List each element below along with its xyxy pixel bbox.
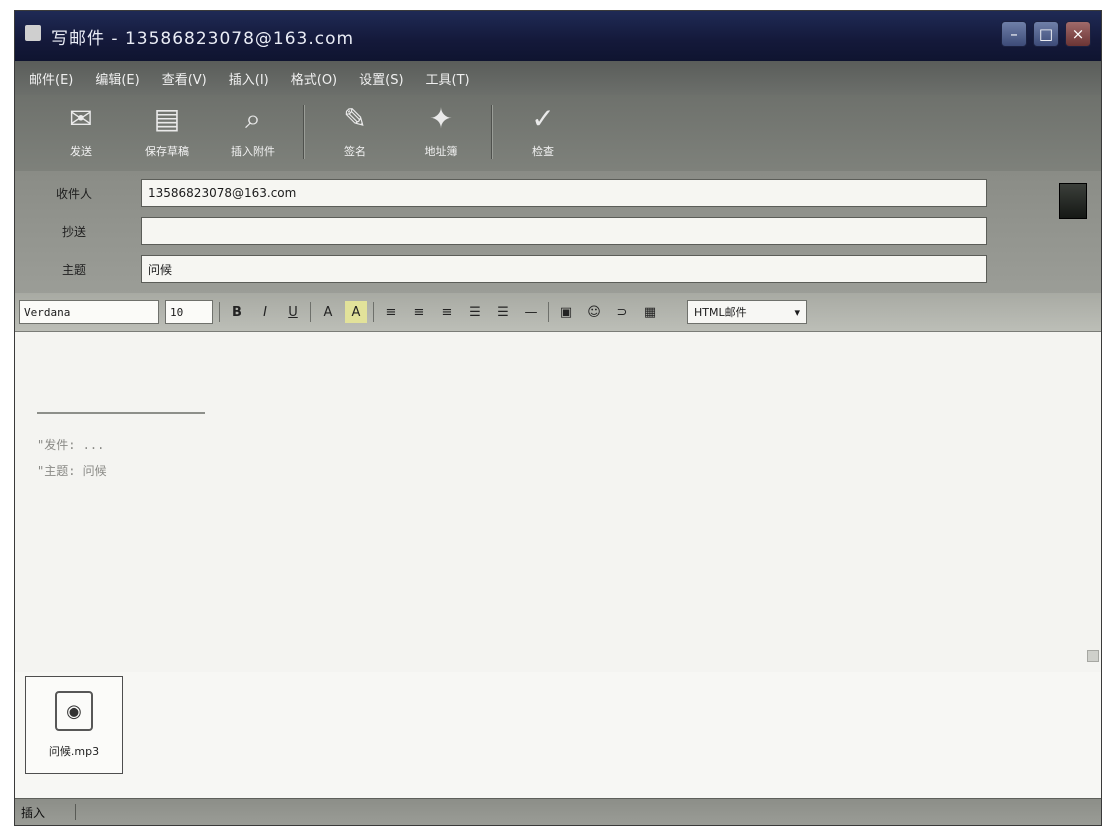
cc-field[interactable]	[141, 217, 987, 245]
menu-settings[interactable]: 设置(S)	[359, 69, 403, 88]
menu-mail[interactable]: 邮件(E)	[29, 69, 73, 88]
format-separator	[219, 302, 220, 322]
address-book-button[interactable]: ✦ 地址簿	[405, 95, 477, 167]
insert-image-icon[interactable]: ▣	[555, 301, 577, 323]
save-draft-button[interactable]: ▤ 保存草稿	[131, 95, 203, 167]
insert-emoticon-icon[interactable]: ☺	[583, 301, 605, 323]
address-book-label: 地址簿	[424, 145, 458, 158]
chevron-down-icon: ▾	[794, 305, 800, 319]
check-icon: ✓	[531, 102, 555, 135]
menu-format[interactable]: 格式(O)	[291, 69, 337, 88]
signature-icon: ✎	[343, 102, 367, 135]
align-center-button[interactable]: ≡	[408, 301, 430, 323]
html-mode-select[interactable]: HTML邮件 ▾	[687, 300, 807, 324]
signature-label: 签名	[344, 145, 366, 158]
send-button[interactable]: ✉ 发送	[45, 95, 117, 167]
horizontal-rule-button[interactable]: —	[520, 301, 542, 323]
attach-icon: ⌕	[245, 102, 261, 135]
send-label: 发送	[70, 145, 92, 158]
message-body-editor[interactable]: "发件: ... "主题: 问候	[15, 331, 1101, 673]
status-separator	[75, 804, 77, 820]
italic-button[interactable]: I	[254, 301, 276, 323]
format-separator	[310, 302, 311, 322]
to-field[interactable]	[141, 179, 987, 207]
to-label: 收件人	[55, 186, 92, 201]
bold-button[interactable]: B	[226, 301, 248, 323]
format-toolbar: Verdana 10 B I U A A ≡ ≡ ≡ ☰ ☰ — ▣ ☺ ⊃ ▦…	[15, 293, 1101, 331]
cc-label: 抄送	[61, 224, 86, 239]
status-mode: 插入	[21, 805, 46, 820]
close-button[interactable]: ×	[1065, 21, 1091, 47]
font-size-select[interactable]: 10	[165, 300, 213, 324]
highlight-button[interactable]: A	[345, 301, 367, 323]
contacts-book-button[interactable]	[1059, 183, 1087, 219]
ordered-list-button[interactable]: ☰	[464, 301, 486, 323]
minimize-button[interactable]: –	[1001, 21, 1027, 47]
quote-line-from: "发件: ...	[37, 438, 105, 452]
status-bar: 插入	[15, 798, 1101, 825]
subject-label: 主题	[61, 262, 86, 277]
main-toolbar: ✉ 发送 ▤ 保存草稿 ⌕ 插入附件 ✎ 签名 ✦ 地址簿 ✓ 检查	[15, 95, 1101, 171]
audio-file-icon: ◉	[55, 691, 93, 731]
check-button[interactable]: ✓ 检查	[507, 95, 579, 167]
font-select[interactable]: Verdana	[19, 300, 159, 324]
address-book-icon: ✦	[429, 102, 453, 135]
toolbar-separator	[303, 105, 305, 159]
message-header: 收件人 抄送 主题	[15, 171, 1101, 293]
menu-insert[interactable]: 插入(I)	[229, 69, 269, 88]
html-mode-label: HTML邮件	[694, 306, 747, 319]
underline-button[interactable]: U	[282, 301, 304, 323]
menu-edit[interactable]: 编辑(E)	[95, 69, 139, 88]
save-draft-label: 保存草稿	[145, 145, 189, 158]
insert-link-icon[interactable]: ⊃	[611, 301, 633, 323]
bullet-list-button[interactable]: ☰	[492, 301, 514, 323]
scroll-grip[interactable]	[1087, 650, 1099, 662]
save-draft-icon: ▤	[153, 102, 181, 135]
to-row: 收件人	[15, 177, 987, 209]
signature-button[interactable]: ✎ 签名	[319, 95, 391, 167]
insert-table-icon[interactable]: ▦	[639, 301, 661, 323]
cc-row: 抄送	[15, 215, 987, 247]
quote-divider	[37, 412, 205, 414]
window-controls: – □ ×	[1001, 21, 1091, 47]
attachment-pane: ◉ 问候.mp3	[15, 672, 1101, 798]
check-label: 检查	[532, 145, 554, 158]
insert-attachment-label: 插入附件	[231, 145, 275, 158]
menu-bar: 邮件(E) 编辑(E) 查看(V) 插入(I) 格式(O) 设置(S) 工具(T…	[15, 61, 1101, 95]
format-separator	[373, 302, 374, 322]
attachment-item[interactable]: ◉ 问候.mp3	[25, 676, 123, 774]
maximize-button[interactable]: □	[1033, 21, 1059, 47]
quote-line-subject: "主题: 问候	[37, 464, 107, 478]
compose-window: 写邮件 - 13586823078@163.com – □ × 邮件(E) 编辑…	[14, 10, 1102, 826]
title-bar[interactable]: 写邮件 - 13586823078@163.com – □ ×	[15, 11, 1101, 61]
insert-attachment-button[interactable]: ⌕ 插入附件	[217, 95, 289, 167]
window-title: 写邮件 - 13586823078@163.com	[51, 29, 355, 49]
app-icon	[25, 25, 41, 41]
toolbar-separator	[491, 105, 493, 159]
align-right-button[interactable]: ≡	[436, 301, 458, 323]
subject-field[interactable]	[141, 255, 987, 283]
format-separator	[548, 302, 549, 322]
menu-tools[interactable]: 工具(T)	[426, 69, 470, 88]
align-left-button[interactable]: ≡	[380, 301, 402, 323]
attachment-name: 问候.mp3	[48, 745, 100, 758]
font-color-button[interactable]: A	[317, 301, 339, 323]
menu-view[interactable]: 查看(V)	[162, 69, 207, 88]
send-icon: ✉	[69, 102, 93, 135]
subject-row: 主题	[15, 253, 987, 285]
